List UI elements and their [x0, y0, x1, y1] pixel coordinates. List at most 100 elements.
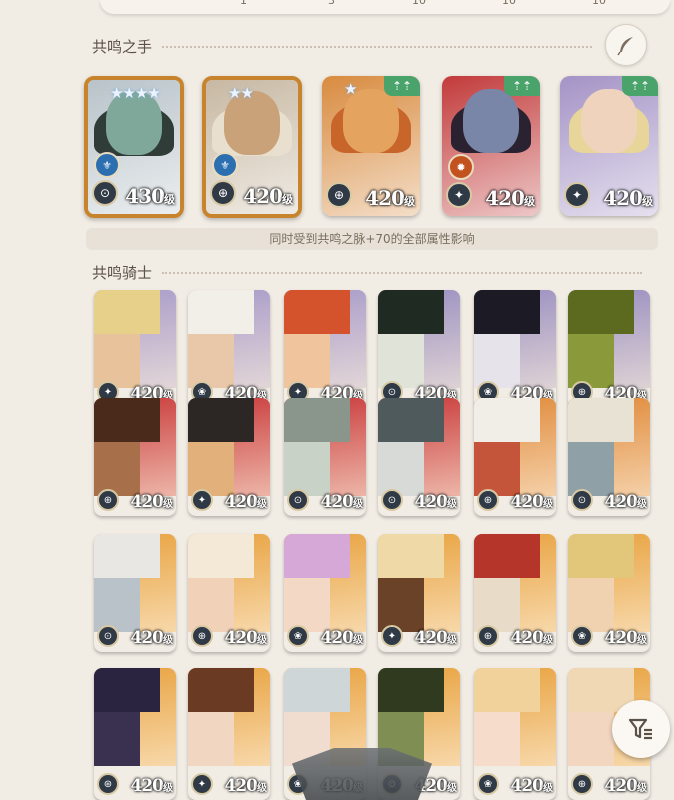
knight-card[interactable]: ⊙ 420级: [94, 534, 176, 652]
knight-portrait: [474, 398, 556, 496]
hero-card[interactable]: ⇡⇡ ✹ ✦ 420级: [442, 76, 540, 216]
class-icon: ✦: [564, 182, 590, 208]
knight-card[interactable]: ⊙ 420级: [378, 290, 460, 408]
knight-level: 420级: [320, 628, 364, 648]
knight-card[interactable]: ⊕ 420级: [94, 398, 176, 516]
knight-hair: [378, 290, 444, 334]
class-icon: ⊕: [97, 489, 119, 511]
knight-card[interactable]: ⊙ 420级: [284, 398, 366, 516]
resonance-knights-header: 共鸣骑士: [92, 262, 643, 283]
filter-button[interactable]: [612, 700, 670, 758]
knight-hair: [474, 534, 540, 578]
knight-face: [378, 578, 424, 632]
counter-1: 1: [240, 0, 247, 7]
knight-portrait: [474, 290, 556, 388]
knight-face: [284, 442, 330, 496]
knight-portrait: [474, 668, 556, 766]
knight-level: 420级: [224, 776, 268, 796]
knight-portrait: [284, 398, 366, 496]
star-rating: ★★★★: [110, 84, 161, 102]
knight-card[interactable]: ❀ 420级: [284, 534, 366, 652]
class-icon: ⊙: [571, 489, 593, 511]
divider: [162, 45, 593, 48]
knight-face: [94, 334, 140, 388]
knight-portrait: [284, 290, 366, 388]
knight-portrait: [94, 290, 176, 388]
class-icon: ⊕: [191, 625, 213, 647]
knight-face: [474, 442, 520, 496]
hero-card[interactable]: ★ ⇡⇡ ⊕ 420级: [322, 76, 420, 216]
class-icon: ✦: [446, 182, 472, 208]
faction-icon: ⚜: [94, 152, 120, 178]
knight-card[interactable]: ✦ 420级: [188, 668, 270, 800]
knight-hair: [568, 398, 634, 442]
knight-card[interactable]: ❀ 420级: [474, 290, 556, 408]
quill-button[interactable]: [605, 24, 647, 66]
knight-card[interactable]: ✦ 420级: [94, 290, 176, 408]
knight-face: [188, 442, 234, 496]
knight-card[interactable]: ⊕ 420级: [568, 290, 650, 408]
class-icon: ⊙: [381, 489, 403, 511]
knight-level: 420级: [130, 776, 174, 796]
knight-level: 420级: [130, 492, 174, 512]
knight-face: [188, 334, 234, 388]
knight-card[interactable]: ⊕ 420级: [188, 534, 270, 652]
knight-card[interactable]: ✦ 420级: [284, 290, 366, 408]
knight-hair: [284, 668, 350, 712]
hero-face: [463, 88, 519, 153]
knight-face: [94, 442, 140, 496]
upgrade-arrows-icon: ⇡⇡: [384, 76, 420, 96]
knight-hair: [188, 290, 254, 334]
knight-portrait: [568, 290, 650, 388]
class-icon: ⊙: [97, 625, 119, 647]
knight-card[interactable]: ❀ 420级: [568, 534, 650, 652]
knight-card[interactable]: ⊙ 420级: [568, 398, 650, 516]
resonance-hands-header: 共鸣之手: [92, 36, 593, 57]
knight-face: [94, 712, 140, 766]
quill-icon: [617, 37, 633, 56]
hero-level: 420级: [603, 186, 653, 210]
knight-card[interactable]: ✦ 420级: [378, 534, 460, 652]
knight-portrait: [188, 398, 270, 496]
knight-hair: [474, 398, 540, 442]
knight-hair: [188, 534, 254, 578]
hero-card[interactable]: ★★ ⚜ ⊕ 420级: [202, 76, 302, 218]
knight-portrait: [568, 398, 650, 496]
knight-card[interactable]: ❀ 420级: [188, 290, 270, 408]
class-icon: ⊕: [477, 489, 499, 511]
knight-hair: [378, 398, 444, 442]
knight-face: [474, 712, 520, 766]
knight-portrait: [188, 668, 270, 766]
knight-face: [378, 334, 424, 388]
knight-hair: [378, 668, 444, 712]
class-icon: ✦: [191, 773, 213, 795]
knight-level: 420级: [130, 628, 174, 648]
knight-card[interactable]: ✦ 420级: [188, 398, 270, 516]
resonance-knights-title: 共鸣骑士: [92, 264, 153, 282]
knight-level: 420级: [604, 492, 648, 512]
hero-card[interactable]: ⇡⇡ ✦ 420级: [560, 76, 658, 216]
knight-card[interactable]: ⊕ 420级: [474, 534, 556, 652]
class-icon: ✦: [381, 625, 403, 647]
hero-card[interactable]: ★★★★ ⚜ ⊙ 430级: [84, 76, 184, 218]
knight-face: [568, 442, 614, 496]
knight-card[interactable]: ⊛ 420级: [94, 668, 176, 800]
knight-level: 420级: [604, 628, 648, 648]
knight-portrait: [474, 534, 556, 632]
top-counter-bar: 1 3 10 10 10: [100, 0, 670, 14]
knight-hair: [284, 290, 350, 334]
upgrade-arrows-icon: ⇡⇡: [622, 76, 658, 96]
knight-card[interactable]: ⊙ 420级: [378, 398, 460, 516]
knight-face: [284, 578, 330, 632]
knight-card[interactable]: ⊕ 420级: [474, 398, 556, 516]
knight-hair: [474, 290, 540, 334]
knight-level: 420级: [604, 776, 648, 796]
knight-card[interactable]: ❀ 420级: [474, 668, 556, 800]
counter-5: 10: [592, 0, 606, 7]
class-icon: ⊕: [210, 180, 236, 206]
hero-face: [581, 88, 637, 153]
knight-level: 420级: [320, 492, 364, 512]
resonance-hands-title: 共鸣之手: [92, 38, 153, 56]
hero-level: 420级: [365, 186, 415, 210]
knight-portrait: [378, 534, 460, 632]
